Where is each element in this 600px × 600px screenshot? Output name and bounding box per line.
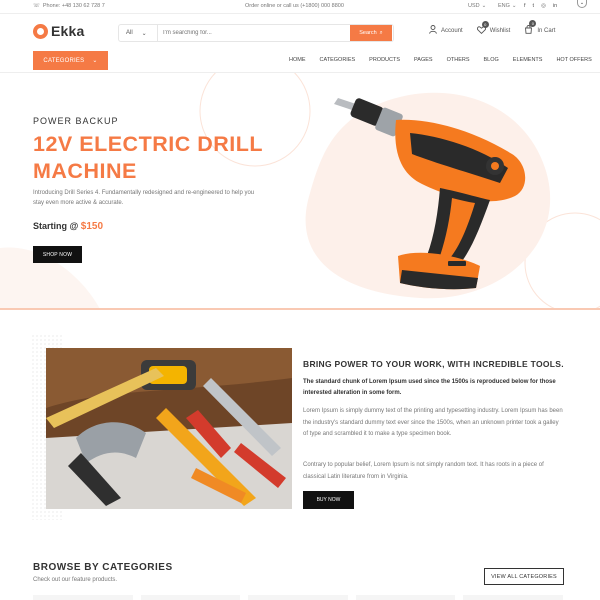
wishlist-count-badge: 0 <box>481 20 489 28</box>
hero-price: Starting @ $150 <box>33 221 104 232</box>
search-category-select[interactable]: All ⌄ <box>119 25 158 41</box>
drill-product-image <box>334 98 526 290</box>
nav-item-home[interactable]: HOME <box>289 57 306 63</box>
browse-heading: BROWSE BY CATEGORIES <box>33 562 173 573</box>
chevron-down-icon: ⌄ <box>141 30 147 37</box>
nav-item-products[interactable]: PRODUCTS <box>369 57 400 63</box>
tools-image <box>46 348 292 509</box>
feature-heading: BRING POWER TO YOUR WORK, WITH INCREDIBL… <box>303 359 564 369</box>
view-all-categories-button[interactable]: VIEW ALL CATEGORIES <box>484 568 564 585</box>
nav-item-elements[interactable]: ELEMENTS <box>513 57 543 63</box>
cart-count-badge: 0 <box>529 20 537 27</box>
chevron-down-icon: ⌄ <box>511 3 517 9</box>
twitter-icon[interactable]: t <box>533 3 535 9</box>
phone-icon: ☏ <box>33 3 40 9</box>
main-nav: HOME CATEGORIES PRODUCTS PAGES OTHERS BL… <box>289 57 592 63</box>
category-cards-peek <box>33 595 563 600</box>
account-link[interactable]: Account <box>429 25 463 36</box>
nav-item-categories[interactable]: CATEGORIES <box>320 57 356 63</box>
logo-mark-icon <box>33 23 48 39</box>
nav-item-pages[interactable]: PAGES <box>414 57 433 63</box>
feature-lead: The standard chunk of Lorem Ipsum used s… <box>303 379 556 396</box>
search-button[interactable]: Search ⌕ <box>350 25 392 41</box>
nav-item-others[interactable]: OTHERS <box>447 57 470 63</box>
category-card[interactable] <box>33 595 133 600</box>
nav-item-hot-offers[interactable]: HOT OFFERS <box>556 57 591 63</box>
currency-select[interactable]: USD ⌄ <box>468 3 486 9</box>
chevron-down-icon: ⌄ <box>92 58 98 64</box>
language-select[interactable]: ENG ⌄ <box>498 3 517 9</box>
hero-title: 12V ELECTRIC DRILL MACHINE <box>33 132 263 183</box>
logo-text: Ekka <box>51 23 85 39</box>
header-actions: Account 0 Wishlist 0 In Cart <box>429 20 555 36</box>
buy-now-button[interactable]: BUY NOW <box>303 491 354 509</box>
tools-illustration <box>46 348 292 509</box>
category-card[interactable] <box>463 595 563 600</box>
category-card[interactable] <box>140 595 241 600</box>
chevron-down-icon: ⌄ <box>481 3 487 9</box>
instagram-icon[interactable]: ◎ <box>541 3 546 9</box>
hero-kicker: POWER BACKUP <box>33 116 119 126</box>
category-card[interactable] <box>355 595 456 600</box>
hero-description: Introducing Drill Series 4. Fundamentall… <box>33 190 255 206</box>
search-input[interactable] <box>158 25 350 41</box>
phone-info: ☏ Phone: +48 130 62 728 7 <box>33 3 105 9</box>
hero-price-value: $150 <box>80 221 104 232</box>
hero-divider <box>0 308 600 310</box>
wishlist-link[interactable]: 0 Wishlist <box>476 20 510 36</box>
feature-paragraph-1: Lorem Ipsum is simply dummy text of the … <box>303 408 563 437</box>
order-info: Order online or call us (+1800) 000 8800 <box>245 3 344 9</box>
phone-text: Phone: +48 130 62 728 7 <box>42 3 105 9</box>
facebook-icon[interactable]: f <box>524 3 526 9</box>
feature-paragraph-2: Contrary to popular belief, Lorem Ipsum … <box>303 462 544 480</box>
search-icon: ⌕ <box>379 29 383 36</box>
logo[interactable]: Ekka <box>33 23 85 39</box>
browse-subheading: Check out our feature products. <box>33 577 118 583</box>
search-bar: All ⌄ Search ⌕ <box>118 24 394 42</box>
social-links: f t ◎ in <box>524 3 557 9</box>
hero-banner: POWER BACKUP 12V ELECTRIC DRILL MACHINE … <box>0 73 600 309</box>
categories-button[interactable]: CATEGORIES ⌄ <box>33 51 108 70</box>
user-icon <box>429 25 437 36</box>
nav-item-blog[interactable]: BLOG <box>484 57 499 63</box>
shop-now-button[interactable]: SHOP NOW <box>33 246 82 263</box>
linkedin-icon[interactable]: in <box>553 3 557 9</box>
category-card[interactable] <box>248 595 348 600</box>
top-bar: ☏ Phone: +48 130 62 728 7 Order online o… <box>0 0 600 14</box>
cart-link[interactable]: 0 In Cart <box>524 20 555 36</box>
